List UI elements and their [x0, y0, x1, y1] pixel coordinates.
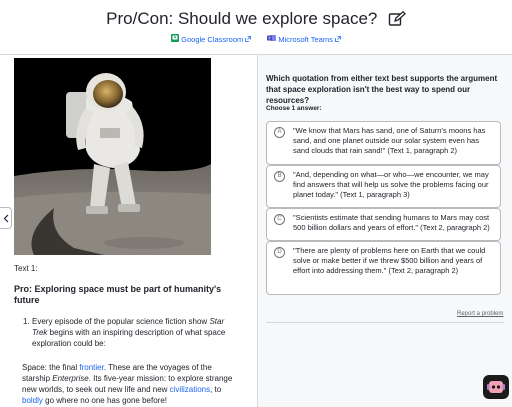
hint-avatar-icon [487, 381, 505, 393]
answer-choice-c[interactable]: C "Scientists estimate that sending huma… [266, 208, 501, 241]
answer-choice-b[interactable]: B "And, depending on what—or who—we enco… [266, 165, 501, 208]
glossary-link-frontier[interactable]: frontier [79, 363, 103, 372]
glossary-link-boldly[interactable]: boldly [22, 396, 43, 405]
paragraph-number: 1. [23, 317, 30, 326]
article-panel: Text 1: Pro: Exploring space must be par… [14, 55, 254, 407]
title-row: Pro/Con: Should we explore space? [0, 9, 512, 29]
choice-text: "We know that Mars has sand, one of Satu… [293, 126, 486, 155]
glossary-link-civilizations[interactable]: civilizations [170, 385, 210, 394]
footer-divider [266, 322, 504, 323]
quote-text: go where no one has gone before! [42, 396, 167, 405]
answer-choice-d[interactable]: D "There are plenty of problems here on … [266, 241, 501, 295]
article-heading: Pro: Exploring space must be part of hum… [14, 284, 222, 305]
external-link-icon [334, 35, 341, 44]
choice-letter: B [274, 171, 285, 182]
microsoft-teams-icon: T [267, 34, 277, 44]
edit-icon[interactable] [388, 10, 406, 27]
paragraph-text: Every episode of the popular science fic… [32, 317, 210, 326]
choice-text: "And, depending on what—or who—we encoun… [293, 170, 489, 199]
star-trek-quote: Space: the final frontier. These are the… [22, 362, 234, 406]
quote-text: , to [210, 385, 222, 394]
question-panel: Which quotation from either text best su… [258, 55, 512, 407]
ship-name: Enterprise [52, 374, 89, 383]
external-link-icon [245, 35, 252, 44]
choose-label: Choose 1 answer: [266, 105, 322, 112]
microsoft-teams-link[interactable]: T Microsoft Teams [267, 34, 341, 44]
microsoft-teams-label: Microsoft Teams [278, 34, 333, 44]
answer-choice-a[interactable]: A "We know that Mars has sand, one of Sa… [266, 121, 501, 165]
chevron-left-icon [3, 214, 8, 222]
page-title: Pro/Con: Should we explore space? [106, 9, 378, 28]
header: Pro/Con: Should we explore space? Google… [0, 0, 512, 55]
text-1-label: Text 1: [14, 264, 38, 273]
choice-letter: A [274, 127, 285, 138]
question-prompt: Which quotation from either text best su… [266, 74, 498, 105]
astronaut-moon-photo [14, 58, 211, 255]
choice-letter: C [274, 214, 285, 225]
google-classroom-icon [171, 34, 180, 44]
google-classroom-label: Google Classroom [181, 34, 244, 44]
paragraph-text: begins with an inspiring description of … [32, 328, 226, 348]
choice-letter: D [274, 247, 285, 258]
report-problem-link[interactable]: Report a problem [457, 311, 503, 317]
choice-text: "There are plenty of problems here on Ea… [293, 246, 486, 275]
collapse-panel-button[interactable] [0, 207, 12, 229]
choice-text: "Scientists estimate that sending humans… [293, 213, 490, 232]
paragraph-1: Every episode of the popular science fic… [32, 316, 232, 349]
quote-text: Space: the final [22, 363, 80, 372]
hint-avatar-button[interactable] [483, 375, 509, 399]
google-classroom-link[interactable]: Google Classroom [171, 34, 252, 44]
share-links: Google Classroom T Microsoft Teams [0, 34, 512, 44]
